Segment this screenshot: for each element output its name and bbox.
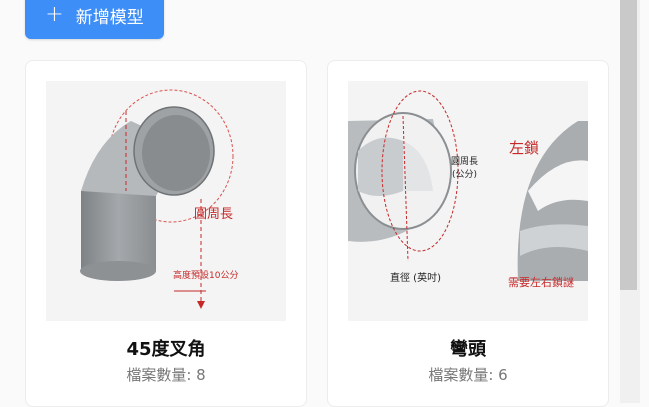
circumference-label: 圓周長 [451, 156, 478, 167]
add-model-label: 新增模型 [75, 8, 144, 28]
page-edge [640, 0, 649, 403]
add-model-button[interactable]: + 新增模型 [25, 0, 164, 39]
height-label: 高度預設10公分 [173, 269, 238, 281]
model-card-45-degree[interactable]: 圓周長 高度預設10公分 45度叉角 檔案數量: 8 [25, 60, 307, 407]
file-count: 檔案數量: 8 [126, 366, 206, 384]
left-lock-label: 左鎖 [509, 139, 539, 157]
card-title: 45度叉角 [126, 339, 206, 360]
model-thumbnail-45-degree: 圓周長 高度預設10公分 [46, 81, 286, 321]
unit-label: (公分) [452, 169, 477, 180]
file-count: 檔案數量: 6 [428, 366, 508, 384]
need-lock-label: 需要左右鎖謎 [508, 275, 574, 289]
diameter-label: 直徑 (英吋) [390, 271, 441, 284]
card-title: 彎頭 [450, 339, 486, 360]
circumference-label: 圓周長 [194, 207, 233, 222]
scrollbar-thumb[interactable] [620, 0, 637, 290]
model-card-elbow[interactable]: 圓周長 (公分) 直徑 (英吋) 左鎖 需要左右鎖謎 彎頭 檔案數量: 6 [327, 60, 609, 407]
model-thumbnail-elbow: 圓周長 (公分) 直徑 (英吋) 左鎖 需要左右鎖謎 [348, 81, 588, 321]
plus-icon: + [45, 2, 64, 27]
